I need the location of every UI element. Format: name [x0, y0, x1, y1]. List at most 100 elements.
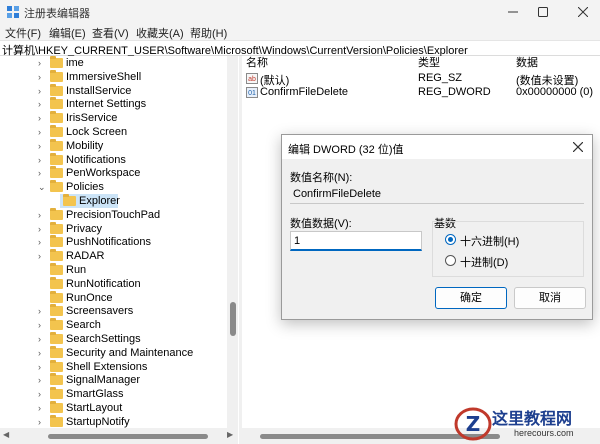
- folder-icon: [50, 69, 63, 82]
- close-icon: [578, 7, 588, 17]
- radio-unchecked-icon[interactable]: [445, 255, 456, 266]
- chevron-right-icon[interactable]: ›: [38, 222, 48, 236]
- tree-item-security-and-maintenance[interactable]: › Security and Maintenance: [0, 345, 226, 360]
- folder-open-icon: [50, 180, 63, 193]
- folder-icon: [50, 111, 63, 124]
- tree-vertical-scrollbar[interactable]: [227, 56, 238, 428]
- tree-item-installservice[interactable]: › InstallService: [0, 83, 226, 98]
- chevron-right-icon[interactable]: ›: [38, 166, 48, 180]
- tree-item-precisiontouchpad[interactable]: › PrecisionTouchPad: [0, 207, 226, 222]
- tree-item-search[interactable]: › Search: [0, 318, 226, 332]
- tree-item-notifications[interactable]: › Notifications: [0, 152, 226, 167]
- chevron-right-icon[interactable]: ›: [38, 346, 48, 360]
- value-name-label: 数值名称(N):: [290, 172, 353, 184]
- cancel-button[interactable]: 取消: [514, 287, 586, 309]
- chevron-right-icon[interactable]: ›: [38, 84, 48, 98]
- tree-item-immersiveshell[interactable]: › ImmersiveShell: [0, 69, 226, 84]
- tree-item-label: SmartGlass: [66, 388, 124, 401]
- chevron-down-icon[interactable]: ⌄: [38, 180, 48, 194]
- address-bar[interactable]: 计算机\HKEY_CURRENT_USER\Software\Microsoft…: [0, 40, 600, 57]
- ok-button[interactable]: 确定: [435, 287, 507, 309]
- menu-file[interactable]: 文件(F): [5, 25, 41, 41]
- folder-icon: [63, 194, 76, 206]
- tree-item-signalmanager[interactable]: › SignalManager: [0, 373, 226, 387]
- chevron-right-icon[interactable]: ›: [38, 249, 48, 263]
- value-row-confirmfiledelete[interactable]: 01 ConfirmFileDelete REG_DWORD 0x0000000…: [242, 85, 600, 100]
- tree-item-label: Notifications: [66, 153, 126, 166]
- scroll-right-icon[interactable]: ▶: [227, 430, 233, 439]
- value-data-input[interactable]: 1: [290, 231, 422, 251]
- maximize-button[interactable]: [526, 0, 560, 24]
- tree-item-pushnotifications[interactable]: › PushNotifications: [0, 235, 226, 249]
- chevron-right-icon[interactable]: ›: [38, 70, 48, 84]
- chevron-right-icon[interactable]: ›: [38, 235, 48, 249]
- menu-edit[interactable]: 编辑(E): [49, 25, 86, 41]
- chevron-right-icon[interactable]: ›: [38, 153, 48, 167]
- value-name: ConfirmFileDelete: [260, 86, 349, 98]
- radio-checked-icon[interactable]: [445, 234, 456, 245]
- chevron-right-icon[interactable]: ›: [38, 125, 48, 139]
- folder-icon: [50, 56, 63, 68]
- tree-item-privacy[interactable]: › Privacy: [0, 221, 226, 236]
- chevron-right-icon[interactable]: ›: [38, 360, 48, 374]
- dialog-close-button[interactable]: [570, 139, 586, 155]
- maximize-icon: [538, 7, 548, 17]
- chevron-right-icon[interactable]: ›: [38, 373, 48, 387]
- tree-item-startlayout[interactable]: › StartLayout: [0, 401, 226, 415]
- tree-item-screensavers[interactable]: › Screensavers: [0, 304, 226, 318]
- tree-item-label: Security and Maintenance: [66, 346, 194, 359]
- folder-icon: [50, 263, 63, 275]
- tree-item-policies[interactable]: ⌄ Policies: [0, 180, 226, 194]
- tree-item-penworkspace[interactable]: › PenWorkspace: [0, 166, 226, 180]
- tree-hscroll-thumb[interactable]: [48, 434, 208, 439]
- tree-item-explorer[interactable]: Explorer: [0, 194, 226, 208]
- tree-horizontal-scrollbar[interactable]: ◀ ▶: [0, 428, 238, 444]
- tree-item-irisservice[interactable]: › IrisService: [0, 111, 226, 125]
- watermark-logo-icon: Z: [454, 407, 492, 441]
- tree-item-smartglass[interactable]: › SmartGlass: [0, 387, 226, 401]
- column-header-data[interactable]: 数据: [516, 56, 538, 71]
- radio-dec-label[interactable]: 十进制(D): [460, 254, 508, 270]
- chevron-right-icon[interactable]: ›: [38, 111, 48, 125]
- chevron-right-icon[interactable]: ›: [38, 387, 48, 401]
- chevron-right-icon[interactable]: ›: [38, 208, 48, 222]
- column-header-name[interactable]: 名称: [246, 56, 268, 71]
- chevron-right-icon[interactable]: ›: [38, 97, 48, 111]
- tree-item-label: SignalManager: [66, 374, 140, 387]
- tree-item-startupnotify[interactable]: › StartupNotify: [0, 414, 226, 429]
- chevron-right-icon[interactable]: ›: [38, 401, 48, 415]
- tree-item-runnotification[interactable]: RunNotification: [0, 276, 226, 291]
- column-header-type[interactable]: 类型: [418, 56, 440, 71]
- tree-item-shell-extensions[interactable]: › Shell Extensions: [0, 359, 226, 374]
- chevron-right-icon[interactable]: ›: [38, 318, 48, 332]
- chevron-right-icon[interactable]: ›: [38, 139, 48, 153]
- tree-item-runonce[interactable]: RunOnce: [0, 290, 226, 305]
- tree-item-label: StartLayout: [66, 402, 123, 414]
- scroll-left-icon[interactable]: ◀: [3, 430, 9, 439]
- menu-help[interactable]: 帮助(H): [190, 25, 227, 41]
- menu-favorites[interactable]: 收藏夹(A): [136, 25, 184, 41]
- key-tree: › ime › ImmersiveShell › InstallService …: [0, 56, 238, 444]
- tree-item-mobility[interactable]: › Mobility: [0, 138, 226, 153]
- close-button[interactable]: [566, 0, 600, 24]
- tree-item-radar[interactable]: › RADAR: [0, 249, 226, 263]
- value-type: REG_SZ: [418, 72, 463, 84]
- value-row-default[interactable]: ab (默认) REG_SZ (数值未设置): [242, 71, 600, 87]
- minimize-button[interactable]: [496, 0, 530, 24]
- tree-item-label: RunOnce: [66, 291, 113, 304]
- chevron-right-icon[interactable]: ›: [38, 56, 48, 70]
- tree-item-internet-settings[interactable]: › Internet Settings: [0, 97, 226, 111]
- chevron-right-icon[interactable]: ›: [38, 415, 48, 429]
- tree-item-label: SearchSettings: [66, 333, 141, 345]
- tree-item-run[interactable]: Run: [0, 263, 226, 277]
- chevron-right-icon[interactable]: ›: [38, 304, 48, 318]
- tree-item-searchsettings[interactable]: › SearchSettings: [0, 332, 226, 346]
- dialog-title-bar: 编辑 DWORD (32 位)值: [282, 135, 592, 159]
- tree-item-label: Run: [66, 264, 87, 276]
- chevron-right-icon[interactable]: ›: [38, 332, 48, 346]
- tree-item-ime[interactable]: › ime: [0, 56, 226, 70]
- tree-scroll-thumb[interactable]: [230, 302, 236, 336]
- radio-hex-label[interactable]: 十六进制(H): [460, 233, 519, 249]
- menu-view[interactable]: 查看(V): [92, 25, 129, 41]
- tree-item-lock-screen[interactable]: › Lock Screen: [0, 125, 226, 139]
